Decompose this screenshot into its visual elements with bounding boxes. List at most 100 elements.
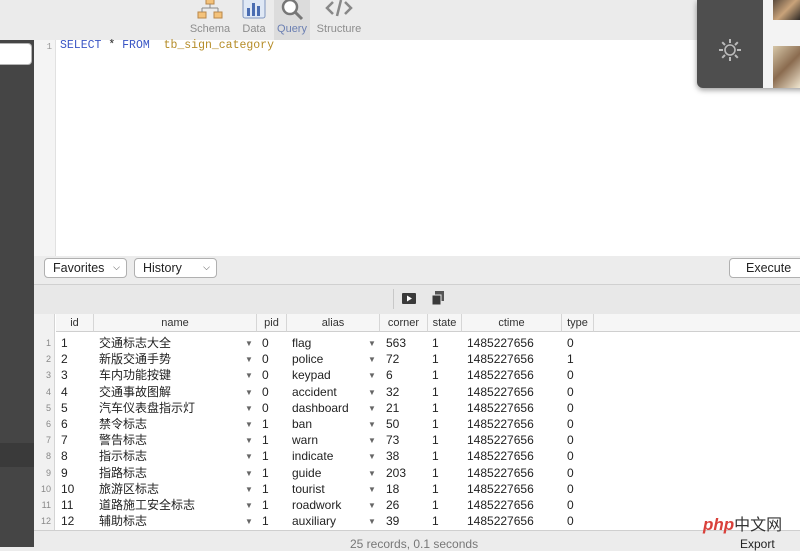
cell-corner[interactable]: 21 — [386, 400, 426, 416]
cell-ctime[interactable]: 1485227656 — [467, 497, 560, 513]
gear-icon[interactable] — [717, 37, 743, 63]
cell-ctime[interactable]: 1485227656 — [467, 351, 560, 367]
cell-ctime[interactable]: 1485227656 — [467, 384, 560, 400]
column-header-pid[interactable]: pid — [257, 314, 287, 332]
sidebar-filter-input[interactable] — [0, 43, 32, 65]
cell-corner[interactable]: 72 — [386, 351, 426, 367]
query-tab[interactable]: Query — [274, 0, 310, 40]
structure-tab[interactable]: Structure — [313, 0, 365, 40]
cell-id[interactable]: 8 — [61, 448, 92, 464]
cell-alias[interactable]: roadwork — [292, 497, 366, 513]
cell-corner[interactable]: 39 — [386, 513, 426, 529]
cell-type[interactable]: 0 — [567, 465, 592, 481]
cell-pid[interactable]: 1 — [262, 481, 285, 497]
copy-results-icon[interactable] — [430, 290, 446, 306]
cell-dropdown-icon[interactable]: ▼ — [245, 449, 253, 465]
cell-pid[interactable]: 1 — [262, 497, 285, 513]
cell-ctime[interactable]: 1485227656 — [467, 513, 560, 529]
cell-alias[interactable]: police — [292, 351, 366, 367]
cell-state[interactable]: 1 — [432, 416, 460, 432]
cell-pid[interactable]: 0 — [262, 367, 285, 383]
column-header-state[interactable]: state — [428, 314, 462, 332]
cell-type[interactable]: 0 — [567, 400, 592, 416]
cell-state[interactable]: 1 — [432, 481, 460, 497]
column-header-name[interactable]: name — [94, 314, 257, 332]
cell-dropdown-icon[interactable]: ▼ — [245, 368, 253, 384]
cell-dropdown-icon[interactable]: ▼ — [245, 514, 253, 530]
cell-pid[interactable]: 0 — [262, 351, 285, 367]
cell-type[interactable]: 0 — [567, 513, 592, 529]
open-results-icon[interactable] — [401, 290, 417, 306]
cell-type[interactable]: 0 — [567, 448, 592, 464]
cell-state[interactable]: 1 — [432, 384, 460, 400]
column-header-corner[interactable]: corner — [380, 314, 428, 332]
cell-type[interactable]: 0 — [567, 384, 592, 400]
cell-corner[interactable]: 26 — [386, 497, 426, 513]
cell-pid[interactable]: 1 — [262, 432, 285, 448]
cell-name[interactable]: 新版交通手势 — [99, 351, 243, 367]
cell-type[interactable]: 0 — [567, 497, 592, 513]
cell-state[interactable]: 1 — [432, 400, 460, 416]
cell-state[interactable]: 1 — [432, 432, 460, 448]
cell-ctime[interactable]: 1485227656 — [467, 400, 560, 416]
cell-state[interactable]: 1 — [432, 351, 460, 367]
cell-pid[interactable]: 1 — [262, 513, 285, 529]
cell-id[interactable]: 4 — [61, 384, 92, 400]
cell-corner[interactable]: 563 — [386, 335, 426, 351]
cell-corner[interactable]: 73 — [386, 432, 426, 448]
cell-dropdown-icon[interactable]: ▼ — [368, 514, 376, 530]
cell-pid[interactable]: 0 — [262, 384, 285, 400]
cell-name[interactable]: 旅游区标志 — [99, 481, 243, 497]
data-tab[interactable]: Data — [237, 0, 271, 40]
cell-pid[interactable]: 1 — [262, 416, 285, 432]
cell-corner[interactable]: 38 — [386, 448, 426, 464]
cell-name[interactable]: 道路施工安全标志 — [99, 497, 243, 513]
cell-corner[interactable]: 6 — [386, 367, 426, 383]
export-button[interactable]: Export — [740, 537, 775, 551]
favorites-dropdown[interactable]: Favorites ⌵ — [44, 258, 127, 278]
cell-pid[interactable]: 1 — [262, 448, 285, 464]
cell-pid[interactable]: 0 — [262, 335, 285, 351]
cell-corner[interactable]: 50 — [386, 416, 426, 432]
cell-alias[interactable]: tourist — [292, 481, 366, 497]
cell-name[interactable]: 禁令标志 — [99, 416, 243, 432]
cell-alias[interactable]: ban — [292, 416, 366, 432]
cell-ctime[interactable]: 1485227656 — [467, 432, 560, 448]
cell-alias[interactable]: guide — [292, 465, 366, 481]
cell-name[interactable]: 车内功能按键 — [99, 367, 243, 383]
cell-state[interactable]: 1 — [432, 497, 460, 513]
cell-ctime[interactable]: 1485227656 — [467, 465, 560, 481]
cell-state[interactable]: 1 — [432, 367, 460, 383]
cell-alias[interactable]: keypad — [292, 367, 366, 383]
cell-corner[interactable]: 18 — [386, 481, 426, 497]
cell-state[interactable]: 1 — [432, 335, 460, 351]
cell-alias[interactable]: flag — [292, 335, 366, 351]
cell-state[interactable]: 1 — [432, 513, 460, 529]
cell-corner[interactable]: 203 — [386, 465, 426, 481]
cell-id[interactable]: 5 — [61, 400, 92, 416]
cell-alias[interactable]: auxiliary — [292, 513, 366, 529]
cell-type[interactable]: 0 — [567, 416, 592, 432]
cell-id[interactable]: 9 — [61, 465, 92, 481]
cell-name[interactable]: 交通事故图解 — [99, 384, 243, 400]
cell-alias[interactable]: dashboard — [292, 400, 366, 416]
cell-ctime[interactable]: 1485227656 — [467, 448, 560, 464]
cell-name[interactable]: 指示标志 — [99, 448, 243, 464]
cell-id[interactable]: 3 — [61, 367, 92, 383]
cell-type[interactable]: 0 — [567, 481, 592, 497]
cell-pid[interactable]: 1 — [262, 465, 285, 481]
query-editor[interactable] — [34, 40, 800, 257]
cell-type[interactable]: 0 — [567, 367, 592, 383]
cell-state[interactable]: 1 — [432, 465, 460, 481]
cell-name[interactable]: 辅助标志 — [99, 513, 243, 529]
cell-name[interactable]: 汽车仪表盘指示灯 — [99, 400, 243, 416]
execute-button[interactable]: Execute — [729, 258, 800, 278]
cell-dropdown-icon[interactable]: ▼ — [368, 449, 376, 465]
cell-ctime[interactable]: 1485227656 — [467, 335, 560, 351]
cell-name[interactable]: 警告标志 — [99, 432, 243, 448]
cell-state[interactable]: 1 — [432, 448, 460, 464]
cell-ctime[interactable]: 1485227656 — [467, 481, 560, 497]
cell-name[interactable]: 指路标志 — [99, 465, 243, 481]
cell-type[interactable]: 0 — [567, 432, 592, 448]
cell-id[interactable]: 2 — [61, 351, 92, 367]
